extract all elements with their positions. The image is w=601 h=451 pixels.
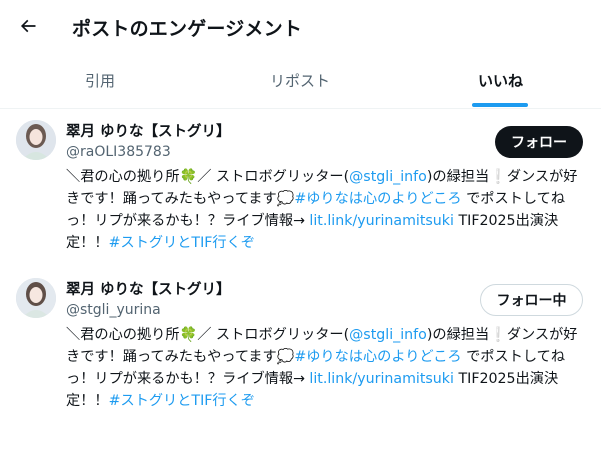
- follow-button[interactable]: フォロー: [495, 126, 583, 158]
- hashtag-link[interactable]: #ストグリとTIF行くぞ: [109, 235, 255, 251]
- bio-text: )の緑担当: [426, 169, 490, 185]
- user-bio: ＼君の心の拠り所🍀／ ストロボグリッター(@stgli_info)の緑担当❕ダン…: [66, 166, 584, 254]
- tab-likes-label: いいね: [477, 72, 523, 90]
- mention-link[interactable]: @stgli_info: [349, 169, 427, 185]
- header: ポストのエンゲージメント: [0, 0, 601, 54]
- back-button[interactable]: [12, 10, 44, 42]
- hashtag-link[interactable]: #ゆりなは心のよりどころ: [294, 349, 461, 365]
- thought-bubble-icon: 💭: [276, 191, 295, 207]
- tab-likes[interactable]: いいね: [400, 54, 601, 108]
- tab-bar: 引用 リポスト いいね: [0, 54, 601, 109]
- active-tab-indicator: [472, 103, 528, 107]
- user-handle[interactable]: @raOLI385783: [66, 144, 171, 160]
- external-link[interactable]: lit.link/yurinamitsuki: [309, 371, 454, 387]
- mention-link[interactable]: @stgli_info: [349, 327, 427, 343]
- hashtag-link[interactable]: #ストグリとTIF行くぞ: [109, 393, 255, 409]
- bio-text: ＼君の心の拠り所: [66, 327, 180, 343]
- thought-bubble-icon: 💭: [276, 349, 295, 365]
- tab-quotes-label: 引用: [84, 72, 115, 90]
- user-handle[interactable]: @stgli_yurina: [66, 302, 161, 318]
- tab-quotes[interactable]: 引用: [0, 54, 200, 108]
- bio-text: ／ ストロボグリッター(: [197, 169, 350, 185]
- bio-text: ／ ストロボグリッター(: [197, 327, 350, 343]
- arrow-left-icon: [20, 19, 36, 33]
- avatar[interactable]: [16, 120, 56, 160]
- exclamation-icon: ❕: [489, 169, 507, 185]
- avatar[interactable]: [16, 278, 56, 318]
- external-link[interactable]: lit.link/yurinamitsuki: [309, 213, 454, 229]
- page-title: ポストのエンゲージメント: [72, 18, 303, 40]
- exclamation-icon: ❕: [489, 327, 507, 343]
- user-bio: ＼君の心の拠り所🍀／ ストロボグリッター(@stgli_info)の緑担当❕ダン…: [66, 324, 584, 412]
- engagement-page: ポストのエンゲージメント 引用 リポスト いいね 翠月 ゆりな【ストグリ】 @r…: [0, 0, 601, 451]
- user-name[interactable]: 翠月 ゆりな【ストグリ】: [66, 120, 231, 141]
- tab-reposts-label: リポスト: [269, 72, 330, 90]
- user-name[interactable]: 翠月 ゆりな【ストグリ】: [66, 278, 231, 299]
- bio-text: )の緑担当: [426, 327, 490, 343]
- clover-icon: 🍀: [179, 169, 198, 185]
- bio-text: ＼君の心の拠り所: [66, 169, 180, 185]
- tab-reposts[interactable]: リポスト: [200, 54, 400, 108]
- following-button[interactable]: フォロー中: [480, 284, 583, 316]
- clover-icon: 🍀: [179, 327, 198, 343]
- hashtag-link[interactable]: #ゆりなは心のよりどころ: [294, 191, 461, 207]
